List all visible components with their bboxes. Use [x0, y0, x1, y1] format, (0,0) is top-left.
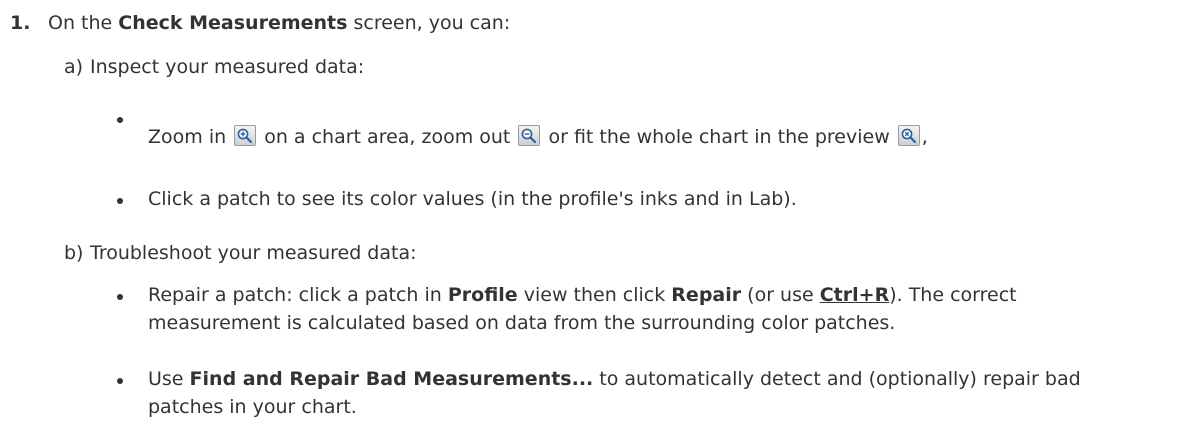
- shortcut-link[interactable]: Ctrl+R: [820, 284, 889, 306]
- sub-b-text: Troubleshoot your measured data:: [90, 242, 417, 264]
- zoom-text-1: Zoom in: [148, 126, 233, 148]
- zoom-text-2: on a chart area, zoom out: [258, 126, 517, 148]
- repair-bullet: Repair a patch: click a patch in Profile…: [148, 282, 1017, 308]
- find-text-1: Use: [148, 368, 190, 390]
- repair-text-3: (or use: [741, 284, 820, 306]
- repair-text-1: Repair a patch: click a patch in: [148, 284, 448, 306]
- bullet-marker: [117, 198, 123, 204]
- zoom-bullet: Zoom in on a chart area, zoom out or fit…: [148, 124, 928, 150]
- bullet-marker: [117, 294, 123, 300]
- zoom-out-icon: [518, 125, 541, 146]
- find-repair-bullet-line2: patches in your chart.: [148, 396, 357, 418]
- repair-bullet-line2: measurement is calculated based on data …: [148, 312, 896, 334]
- bullet-marker: [117, 117, 123, 123]
- step-text-before: On the: [48, 12, 119, 34]
- find-repair-bullet: Use Find and Repair Bad Measurements... …: [148, 366, 1081, 392]
- sub-b-label: b): [64, 242, 84, 264]
- repair-term: Repair: [671, 284, 742, 306]
- sub-a-text: Inspect your measured data:: [90, 56, 365, 78]
- zoom-in-icon: [234, 125, 257, 146]
- repair-text-2: view then click: [517, 284, 672, 306]
- step-number: 1.: [10, 12, 31, 34]
- profile-term: Profile: [447, 284, 518, 306]
- step-text: On the Check Measurements screen, you ca…: [48, 10, 510, 36]
- zoom-text-3: or fit the whole chart in the preview: [542, 126, 896, 148]
- repair-text-4: ). The correct: [889, 284, 1017, 306]
- step-text-after: screen, you can:: [347, 12, 511, 34]
- zoom-fit-icon: [897, 125, 920, 146]
- find-repair-term: Find and Repair Bad Measurements...: [189, 368, 594, 390]
- sub-a-label: a): [64, 56, 84, 78]
- zoom-text-4: ,: [921, 126, 928, 148]
- click-patch-bullet: Click a patch to see its color values (i…: [148, 188, 797, 210]
- bullet-marker: [117, 378, 123, 384]
- screen-name: Check Measurements: [118, 12, 348, 34]
- find-text-2: to automatically detect and (optionally)…: [593, 368, 1081, 390]
